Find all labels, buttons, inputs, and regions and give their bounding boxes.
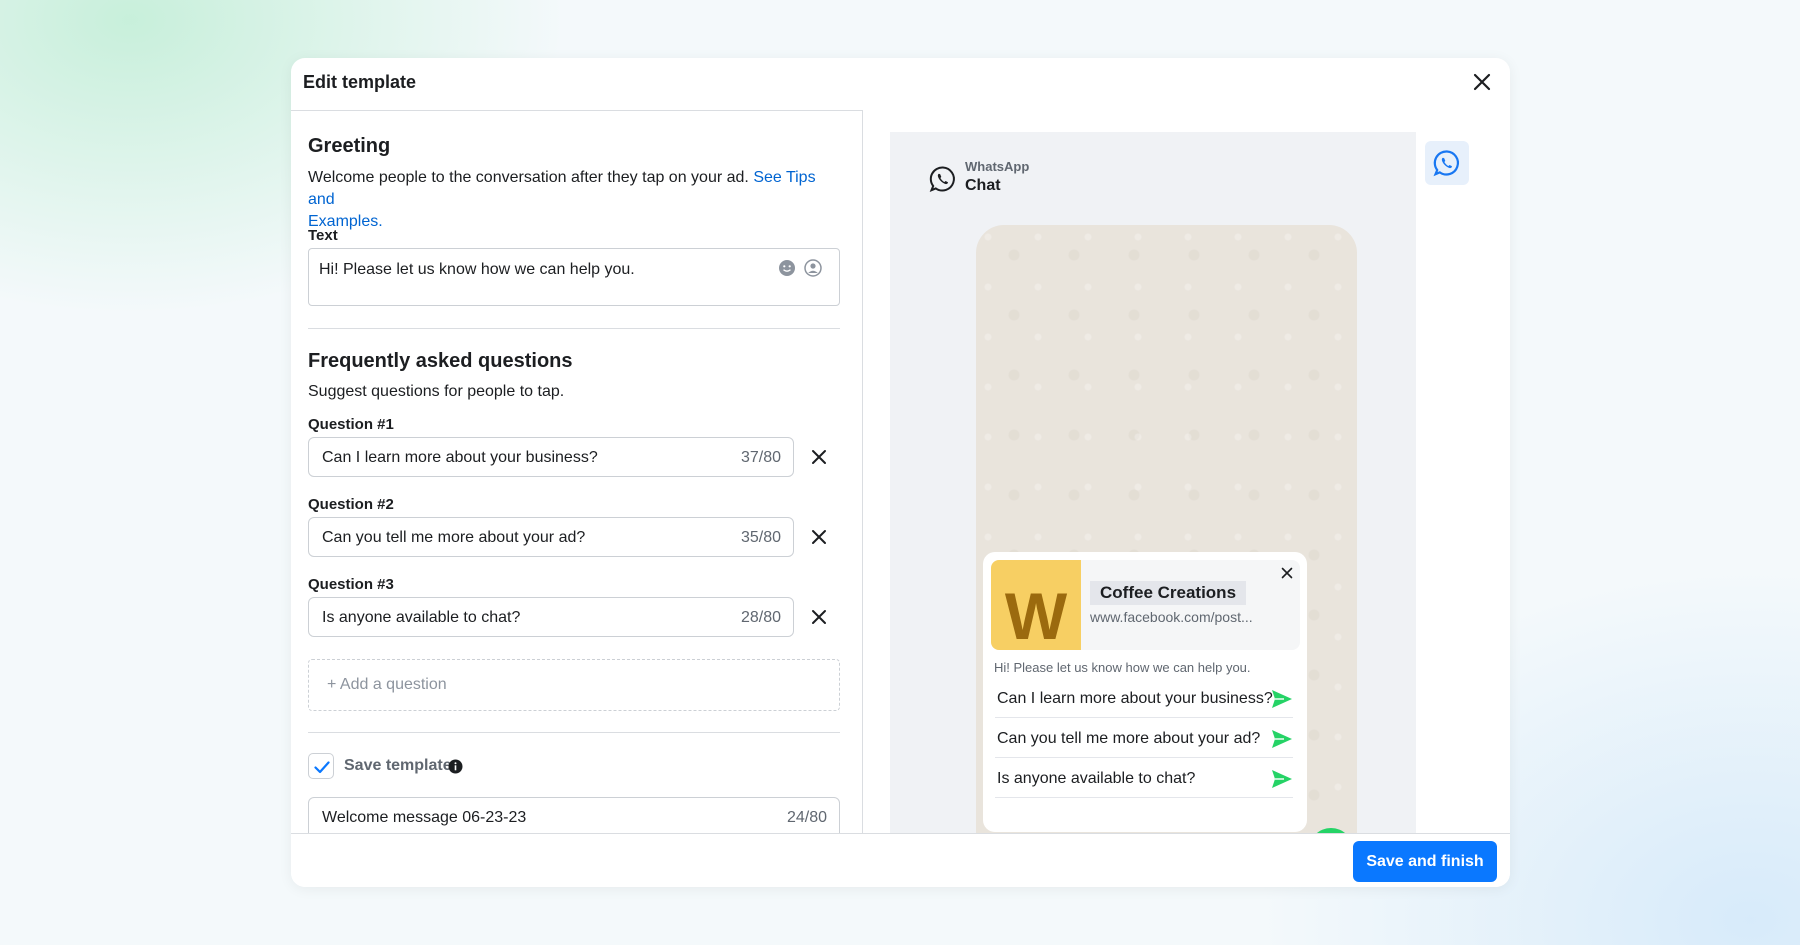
faq-title: Frequently asked questions <box>308 350 573 372</box>
question-2-count: 35/80 <box>740 529 781 546</box>
template-name-count: 24/80 <box>786 809 827 826</box>
whatsapp-brand: WhatsApp <box>965 159 1030 174</box>
question-2-input[interactable]: Can you tell me more about your ad? 35/8… <box>308 517 794 557</box>
info-icon[interactable] <box>448 759 463 774</box>
whatsapp-preview-tab[interactable] <box>1425 141 1469 185</box>
template-editor-pane: Greeting Welcome people to the conversat… <box>291 110 863 887</box>
greeting-text-input[interactable]: Hi! Please let us know how we can help y… <box>308 248 840 306</box>
emoji-icon[interactable] <box>778 259 796 277</box>
question-1-count: 37/80 <box>740 449 781 466</box>
question-2-label: Question #2 <box>308 496 394 513</box>
greeting-title: Greeting <box>308 135 391 157</box>
preview-question-1-text: Can I learn more about your business? <box>997 690 1273 707</box>
greeting-description-text: Welcome people to the conversation after… <box>308 169 749 186</box>
preview-question-2-text: Can you tell me more about your ad? <box>997 730 1261 747</box>
ad-url: www.facebook.com/post... <box>1090 609 1253 625</box>
template-name-value: Welcome message 06-23-23 <box>322 809 527 826</box>
edit-template-modal: Edit template Greeting Welcome people to… <box>291 58 1510 887</box>
personalize-icon[interactable] <box>804 259 822 277</box>
modal-footer: Save and finish <box>291 833 1510 887</box>
question-3-value: Is anyone available to chat? <box>322 609 521 626</box>
question-2-value: Can you tell me more about your ad? <box>322 529 586 546</box>
question-1-label: Question #1 <box>308 416 394 433</box>
close-icon[interactable] <box>1279 565 1295 581</box>
send-icon <box>1272 690 1292 708</box>
preview-question-1[interactable]: Can I learn more about your business? <box>995 678 1293 718</box>
modal-header: Edit template <box>291 58 1510 110</box>
section-divider <box>308 732 840 733</box>
whatsapp-preview-panel: WhatsApp Chat W Coffee Creations www.fac… <box>890 132 1416 887</box>
modal-title: Edit template <box>303 72 417 92</box>
save-template-label: Save template <box>344 757 452 774</box>
add-question-label: + Add a question <box>327 676 447 693</box>
whatsapp-icon <box>929 166 955 193</box>
greeting-text-value: Hi! Please let us know how we can help y… <box>319 261 635 278</box>
save-template-checkbox[interactable] <box>308 753 334 779</box>
send-icon <box>1272 730 1292 748</box>
question-1-value: Can I learn more about your business? <box>322 449 598 466</box>
question-3-input[interactable]: Is anyone available to chat? 28/80 <box>308 597 794 637</box>
whatsapp-icon <box>1433 150 1459 177</box>
greeting-description: Welcome people to the conversation after… <box>308 167 838 233</box>
preview-chat-title: Chat <box>965 177 1001 194</box>
preview-question-3-text: Is anyone available to chat? <box>997 770 1196 787</box>
send-icon <box>1272 770 1292 788</box>
close-icon[interactable] <box>1470 70 1494 94</box>
ad-thumbnail: W <box>991 560 1081 650</box>
faq-description: Suggest questions for people to tap. <box>308 383 565 400</box>
phone-preview: W Coffee Creations www.facebook.com/post… <box>976 225 1357 887</box>
check-icon <box>314 761 330 774</box>
remove-question-3-icon[interactable] <box>807 605 831 629</box>
thumbnail-letter: W <box>1004 579 1068 650</box>
welcome-message-card: W Coffee Creations www.facebook.com/post… <box>983 552 1307 832</box>
business-name: Coffee Creations <box>1090 581 1247 605</box>
question-1-input[interactable]: Can I learn more about your business? 37… <box>308 437 794 477</box>
section-divider <box>308 328 840 329</box>
add-question-button[interactable]: + Add a question <box>308 659 840 711</box>
text-label: Text <box>308 227 338 244</box>
preview-question-3[interactable]: Is anyone available to chat? <box>995 758 1293 798</box>
preview-greeting: Hi! Please let us know how we can help y… <box>994 660 1251 675</box>
question-3-label: Question #3 <box>308 576 394 593</box>
remove-question-1-icon[interactable] <box>807 445 831 469</box>
preview-question-2[interactable]: Can you tell me more about your ad? <box>995 718 1293 758</box>
save-and-finish-button[interactable]: Save and finish <box>1353 841 1497 882</box>
question-3-count: 28/80 <box>740 609 781 626</box>
ad-preview: W Coffee Creations www.facebook.com/post… <box>991 560 1300 650</box>
remove-question-2-icon[interactable] <box>807 525 831 549</box>
